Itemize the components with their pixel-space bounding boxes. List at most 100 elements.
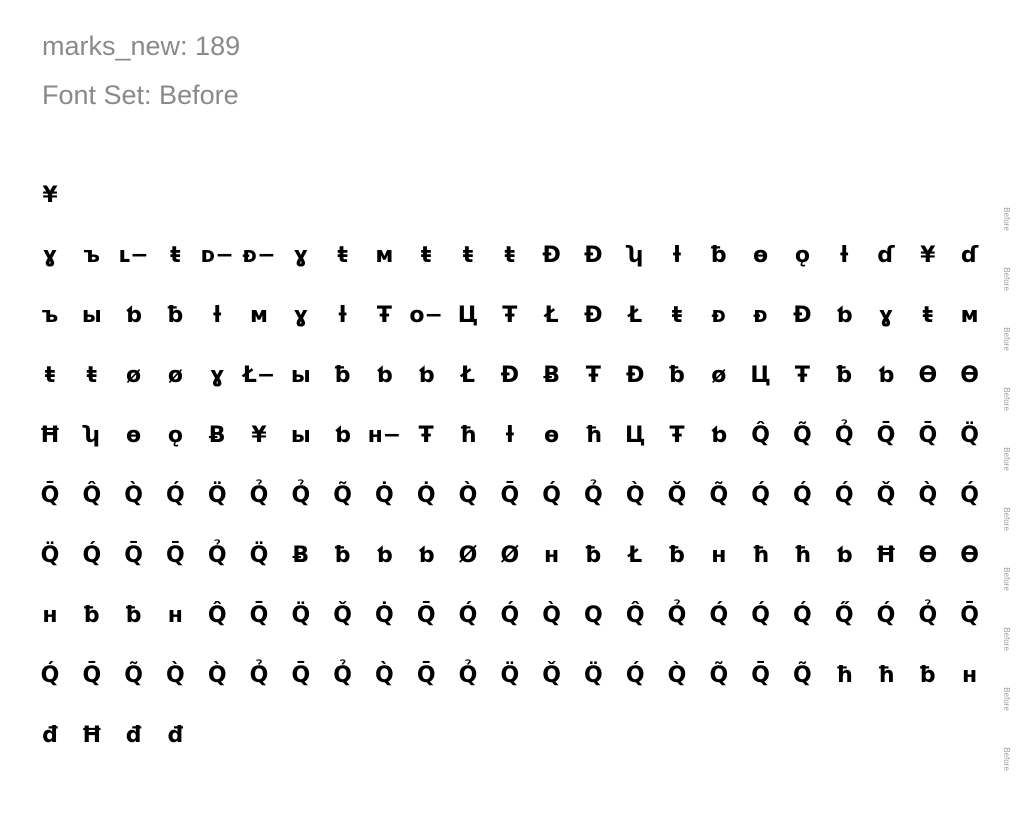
glyph-cell: ъ [83,243,101,268]
glyph-cell: Q̉ [249,483,269,508]
glyph-cell: ŧ [86,363,98,388]
glyph-cell: Q́ [500,603,520,628]
glyph-cell: ƀ [836,363,853,388]
glyph-cell: đ [125,723,142,748]
glyph-cell: Q̃ [709,483,729,508]
glyph-cell: Ƀ [292,543,310,568]
glyph-cell: Ɵ [960,543,979,568]
glyph-cell: Q̈ [40,543,60,568]
glyph-cell: Ŧ [794,363,810,388]
glyph-cell: Q̈ [291,603,311,628]
glyph-cell: ƀ [710,243,727,268]
glyph-cell: ʟ− [118,243,149,268]
glyph-cell: Q̈ [249,543,269,568]
glyph-cell: Q̀ [667,663,687,688]
glyph-cell: Ŧ [502,303,518,328]
glyph-cell: ƅ [836,543,853,568]
font-set-side-label: Before [1002,327,1011,351]
glyph-cell: ɣ [42,243,58,268]
glyph-cell: Q́ [542,483,561,508]
glyph-cell: Q̃ [793,663,812,688]
font-set-side-label: Before [1002,687,1011,711]
glyph-cell: Q̂ [207,603,227,628]
glyph-cell: ƅ [376,363,393,388]
glyph-cell: Q̃ [793,423,812,448]
glyph-cell: Q̄ [124,543,143,568]
glyph-cell: ø [711,363,727,388]
glyph-cell: ɵ [753,243,769,268]
font-set-side-label: Before [1002,747,1011,771]
font-set-side-label: Before [1002,207,1011,231]
glyph-cell: Ø [458,543,478,568]
glyph-cell: Q̉ [584,483,603,508]
glyph-cell: ƀ [585,543,602,568]
glyph-cell: Ŧ [418,423,434,448]
glyph-cell: ƅ [376,543,393,568]
glyph-cell: ᴍ [960,303,979,328]
glyph-cell: Q̀ [207,663,227,688]
glyph-cell: Q̉ [249,663,269,688]
glyph-cell: Ħ [81,723,103,748]
glyph-cell: Q̉ [918,603,938,628]
glyph-cell: Ц [624,423,646,448]
glyph-cell: Q̀ [124,483,143,508]
glyph-cell: Q̀ [375,663,394,688]
glyph-cell: ƅ [418,543,435,568]
glyph-cell: ƅ [418,363,435,388]
glyph-cell: Đ [584,303,603,328]
glyph-cell: ʜ [711,543,727,568]
glyph-cell: ƀ [125,603,142,628]
glyph-cell: ƚ [673,243,681,268]
glyph-cell: Q́ [166,483,185,508]
glyph-cell: Q̈ [500,663,520,688]
glyph-cell: ƅ [878,363,894,388]
glyph-cell: ħ [751,543,770,568]
glyph-cell: Q̌ [333,603,352,628]
glyph-cell: ы [81,303,102,328]
glyph-cell: Q̌ [667,483,687,508]
glyph-cell: ᴆ [753,303,769,328]
glyph-cell: ƀ [669,363,685,388]
glyph-cell: ǫ [167,423,183,448]
glyph-cell: ƚ [338,303,347,328]
glyph-cell: ƀ [167,303,184,328]
glyph-cell: ŧ [170,243,181,268]
glyph-cell: Q̌ [876,483,896,508]
glyph-cell: Q̈ [207,483,227,508]
font-set-side-label: Before [1002,507,1011,531]
glyph-cell: ƅ [710,423,727,448]
glyph-cell: Q́ [709,603,729,628]
glyph-cell: ƅ [334,423,351,448]
font-set-side-label: Before [1002,567,1011,591]
glyph-cell: ɵ [126,423,142,448]
glyph-cell: ᴅ− [200,243,234,268]
glyph-cell: ʮ [627,243,643,268]
glyph-cell: đ [42,723,58,748]
glyph-cell: Q̄ [166,543,185,568]
glyph-cell: Q̃ [333,483,352,508]
glyph-cell: Ƀ [208,423,226,448]
glyph-cell: ŧ [420,243,432,268]
glyph-cell: Q̉ [667,603,687,628]
glyph-cell: ы [290,363,311,388]
glyph-cell: ƀ [669,543,685,568]
glyph-cell: Ƀ [543,363,560,388]
glyph-cell: ¥ [42,183,58,208]
glyph-cell: ъ [41,303,59,328]
glyph-cell: ƚ [213,303,222,328]
glyph-cell: ʜ− [367,423,402,448]
font-set-side-label: Before [1002,447,1011,471]
glyph-cell: ¥ [251,423,267,448]
glyph-cell: Q̂ [82,483,102,508]
glyph-cell: ħ [835,663,853,688]
glyph-cell: ы [290,423,311,448]
glyph-cell: ħ [584,423,603,448]
font-set-side-label: Before [1002,387,1011,411]
glyph-cell: ƚ [840,243,849,268]
glyph-cell: Q̉ [291,483,311,508]
glyph-cell: Đ [625,363,645,388]
glyph-cell: ŧ [504,243,516,268]
glyph-cell: Q́ [40,663,60,688]
glyph-cell: ʜ [42,603,58,628]
glyph-cell: Ħ [875,543,897,568]
